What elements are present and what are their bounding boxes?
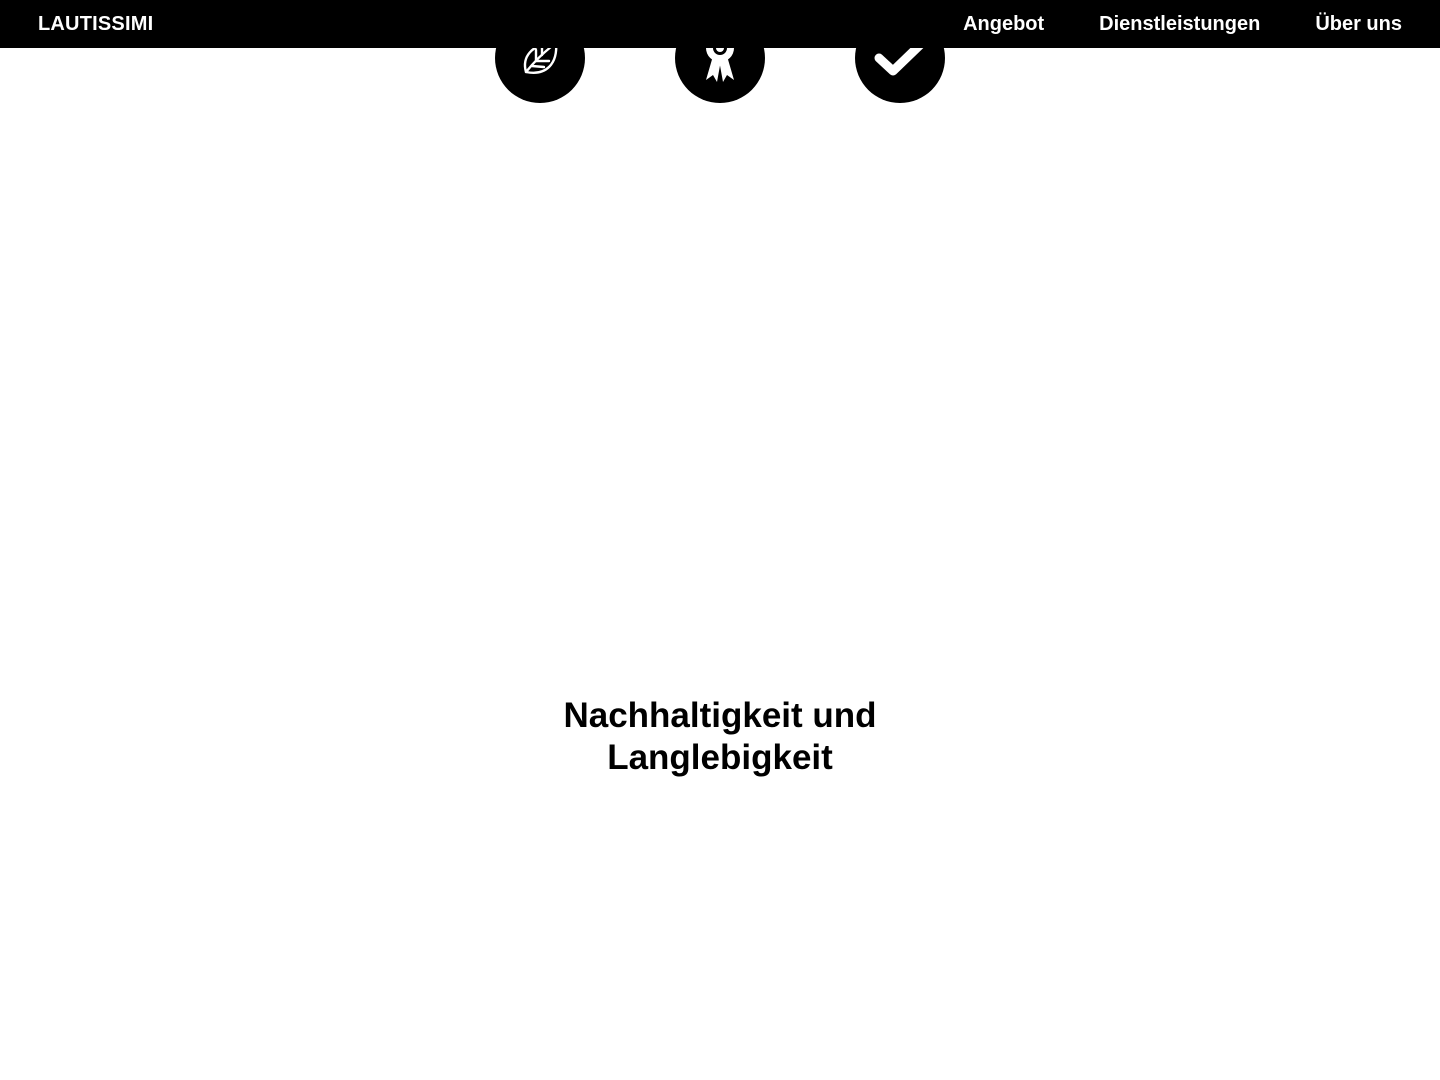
main-nav: Angebot Dienstleistungen Über uns (908, 13, 1402, 36)
feature-heading-line-1: Nachhaltigkeit und (563, 696, 877, 735)
top-navbar: LAUTISSIMI Angebot Dienstleistungen Über… (0, 0, 1440, 48)
feature-heading-line-2: Langlebigkeit (607, 738, 833, 777)
nav-link-dienstleistungen[interactable]: Dienstleistungen (1099, 13, 1260, 36)
nav-link-angebot[interactable]: Angebot (963, 13, 1044, 36)
page: LAUTISSIMI Angebot Dienstleistungen Über… (0, 0, 1440, 1080)
nav-link-ueber-uns[interactable]: Über uns (1315, 13, 1402, 36)
feature-heading: Nachhaltigkeit und Langlebigkeit (0, 695, 1440, 779)
brand-logo-link[interactable]: LAUTISSIMI (38, 13, 153, 36)
